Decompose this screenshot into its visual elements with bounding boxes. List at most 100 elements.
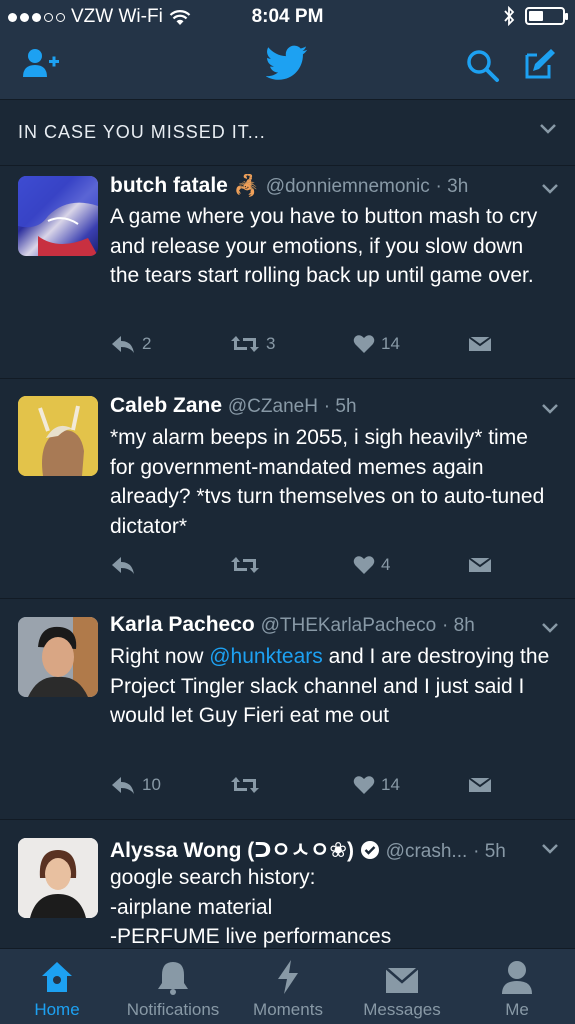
retweet-button[interactable] [230,555,266,575]
reply-button[interactable]: 10 [110,775,161,795]
timestamp: · 5h [473,841,506,862]
chevron-down-icon[interactable] [541,402,559,416]
tweet-text-line: google search history: [110,866,316,889]
compose-tweet-icon[interactable] [523,47,557,81]
tweet[interactable]: Alyssa Wong (ᑐㅇㅅㅇ❀) @crash... · 5h googl… [0,820,575,948]
tab-label: Moments [253,1000,323,1019]
add-user-icon[interactable] [22,47,62,79]
tweet[interactable]: Caleb Zane @CZaneH · 5h *my alarm beeps … [0,379,575,599]
like-button[interactable]: 4 [353,555,390,575]
clock: 8:04 PM [251,6,324,27]
scorpion-emoji: 🦂 [233,174,260,197]
tab-home[interactable]: Home [18,949,96,1024]
tab-messages[interactable]: Messages [356,949,448,1024]
username[interactable]: @CZaneH [228,396,318,417]
tweet[interactable]: butch fatale 🦂 @donniemnemonic · 3h A ga… [0,166,575,379]
twitter-bird-logo[interactable] [266,45,308,81]
bottom-tab-bar: Home Notifications Moments Messages Me [0,948,575,1024]
like-button[interactable]: 14 [353,334,400,354]
tweet-text-start: Right now [110,645,210,668]
tweet-text: A game where you have to button mash to … [110,205,538,287]
heart-icon [353,556,375,574]
heart-icon [353,335,375,353]
tab-label: Me [505,1000,529,1019]
like-button[interactable]: 14 [353,775,400,795]
tab-me[interactable]: Me [488,949,546,1024]
retweet-count: 3 [266,334,276,353]
like-count: 4 [381,555,391,574]
username[interactable]: @THEKarlaPacheco [261,615,437,636]
timestamp: · 5h [323,396,357,417]
lightning-icon [278,960,298,994]
mention-link[interactable]: @hunktears [209,645,323,668]
envelope-icon [468,777,492,792]
direct-message-button[interactable] [468,555,492,575]
reply-icon [112,777,134,794]
chevron-down-icon[interactable] [541,842,559,856]
tweet-actions: 4 [110,555,555,585]
retweet-icon [231,336,259,352]
retweet-icon [231,777,259,793]
heart-icon [353,776,375,794]
retweet-button[interactable]: 3 [230,334,275,354]
home-icon [42,962,72,992]
tweet-text-line: -airplane material [110,895,273,919]
avatar[interactable] [18,617,98,697]
avatar[interactable] [18,396,98,476]
tweet-text: *my alarm beeps in 2055, i sigh heavily*… [110,426,545,538]
retweet-icon [231,557,259,573]
chevron-down-icon[interactable] [541,621,559,635]
envelope-icon [468,336,492,351]
reply-count: 10 [142,775,161,794]
tweet-header: Caleb Zane @CZaneH · 5h [110,394,530,424]
tweet-header: butch fatale 🦂 @donniemnemonic · 3h [110,174,530,204]
reply-button[interactable]: 2 [110,334,151,354]
tweet[interactable]: Karla Pacheco @THEKarlaPacheco · 8h Righ… [0,599,575,820]
reply-icon [112,557,134,574]
search-icon[interactable] [466,49,500,83]
direct-message-button[interactable] [468,334,492,354]
chevron-down-icon[interactable] [539,122,557,136]
bluetooth-icon [504,6,515,26]
reply-count: 2 [142,334,152,353]
tweet-text: google search history: -airplane materia… [110,863,555,948]
tab-moments[interactable]: Moments [246,949,330,1024]
person-icon [502,961,532,994]
tweet-actions: 2 3 14 [110,334,555,364]
direct-message-button[interactable] [468,775,492,795]
verified-badge-icon [360,841,379,859]
username[interactable]: @crash... [386,841,468,862]
timestamp: · 3h [435,176,469,197]
envelope-icon [468,557,492,572]
display-name[interactable]: butch fatale [110,174,228,197]
reply-icon [112,336,134,353]
in-case-you-missed-it-header[interactable]: IN CASE YOU MISSED IT... [0,100,575,166]
envelope-icon [385,967,419,993]
avatar[interactable] [18,176,98,256]
display-name[interactable]: Caleb Zane [110,394,222,417]
battery-icon [525,7,568,25]
like-count: 14 [381,775,400,794]
reply-button[interactable] [110,555,142,575]
username[interactable]: @donniemnemonic [266,176,430,197]
tweet-text-line: -PERFUME live performances [110,925,392,948]
display-name[interactable]: Alyssa Wong (ᑐㅇㅅㅇ❀) [110,839,354,862]
tweet-text: Right now @hunktears and I are destroyin… [110,642,555,731]
tab-label: Messages [363,1000,441,1019]
tweet-actions: 10 14 [110,775,555,805]
avatar[interactable] [18,838,98,918]
tab-label: Home [34,1000,80,1019]
top-nav-bar [0,34,575,100]
bell-icon [158,962,188,995]
retweet-button[interactable] [230,775,266,795]
status-bar: VZW Wi-Fi 8:04 PM [0,0,575,34]
display-name[interactable]: Karla Pacheco [110,613,255,636]
like-count: 14 [381,334,400,353]
tweet-header: Karla Pacheco @THEKarlaPacheco · 8h [110,613,530,643]
tweet-header: Alyssa Wong (ᑐㅇㅅㅇ❀) @crash... · 5h [110,834,530,864]
chevron-down-icon[interactable] [541,182,559,196]
timestamp: · 8h [442,615,475,636]
section-header-label: IN CASE YOU MISSED IT... [18,122,266,142]
tab-notifications[interactable]: Notifications [114,949,232,1024]
tab-label: Notifications [126,1000,220,1019]
